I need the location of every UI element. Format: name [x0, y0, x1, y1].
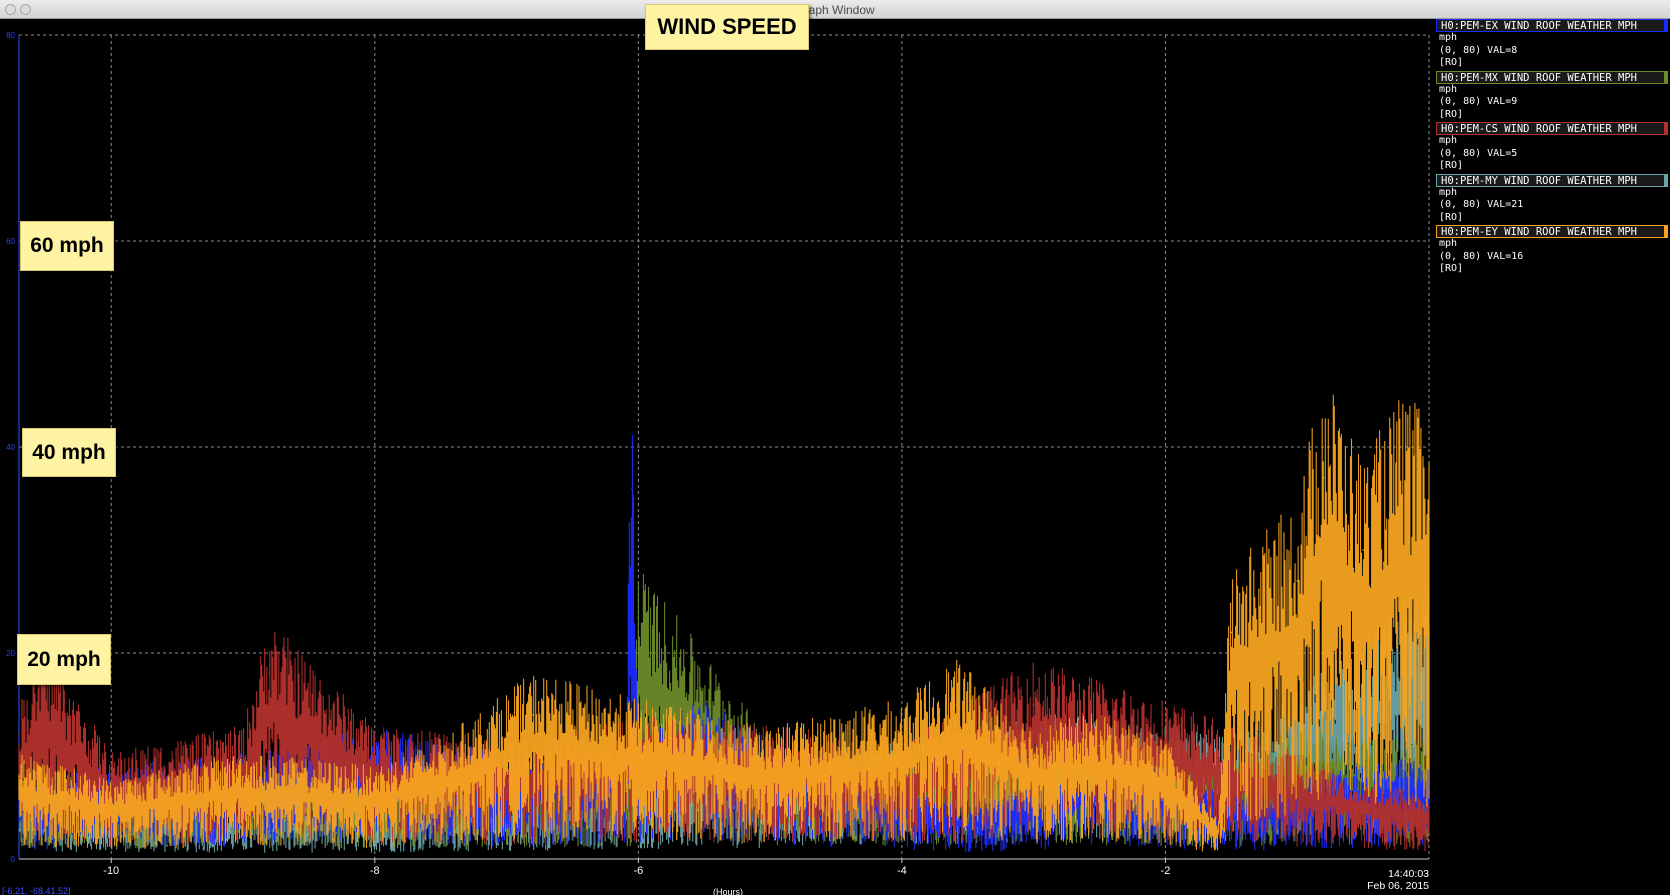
- data-point: [1164, 734, 1167, 737]
- legend-item[interactable]: H0:PEM-CS_WIND_ROOF_WEATHER_MPH mph (0, 80…: [1436, 122, 1670, 173]
- data-point: [110, 775, 113, 778]
- legend-mode: [RO]: [1439, 263, 1464, 274]
- data-point: [44, 693, 47, 695]
- data-point: [373, 755, 376, 757]
- legend-mode: [RO]: [1439, 160, 1464, 171]
- legend-channel-name[interactable]: H0:PEM-EY_WIND_ROOF_WEATHER_MPH: [1436, 225, 1668, 238]
- legend-unit: mph: [1439, 32, 1458, 43]
- data-point: [1032, 755, 1035, 757]
- legend: H0:PEM-EX_WIND_ROOF_WEATHER_MPH mph (0, 80…: [1436, 19, 1670, 277]
- data-point: [268, 672, 271, 675]
- legend-unit: mph: [1439, 135, 1458, 146]
- data-point: [242, 775, 244, 778]
- data-point: [1296, 724, 1299, 726]
- legend-mode: [RO]: [1439, 57, 1464, 68]
- data-point: [1296, 775, 1299, 778]
- data-point: [439, 765, 442, 768]
- legend-unit: mph: [1439, 83, 1458, 95]
- x-tick-label: -10: [103, 865, 119, 877]
- data-point: [1401, 497, 1404, 500]
- window-title: Graph Window: [795, 3, 875, 17]
- legend-range-value: (0, 80) VAL=16: [1439, 250, 1524, 262]
- data-point: [1428, 518, 1430, 520]
- data-point: [1032, 703, 1035, 706]
- y-tick-label: 60: [6, 237, 15, 246]
- legend-range-value: (0, 80) VAL=5: [1439, 147, 1518, 159]
- x-axis-label: (Hours): [713, 887, 743, 895]
- legend-channel-name[interactable]: H0:PEM-MY_WIND_ROOF_WEATHER_MPH: [1436, 173, 1668, 187]
- data-point: [18, 734, 20, 737]
- note-20-mph[interactable]: 20 mph: [17, 634, 111, 685]
- data-point: [1296, 755, 1299, 757]
- strip-chart[interactable]: -10 -8 -6 -4 -2 0 20 40 60 80 (Hours) 14:40:03Feb 0…: [0, 19, 1436, 895]
- y-tick-label: 40: [6, 443, 15, 452]
- note-40-mph[interactable]: 40 mph: [22, 428, 116, 477]
- data-point: [532, 714, 534, 716]
- x-tick-label: -6: [633, 865, 643, 877]
- data-point: [630, 487, 633, 490]
- legend-item[interactable]: H0:PEM-EX_WIND_ROOF_WEATHER_MPH mph (0, 80…: [1436, 19, 1670, 70]
- y-tick-label: 20: [6, 649, 15, 658]
- data-point: [1230, 755, 1233, 757]
- data-point: [18, 775, 20, 778]
- y-tick-label: 80: [6, 31, 15, 40]
- cursor-readout: [-6.21, -68.41.52]: [2, 886, 71, 895]
- note-60-mph[interactable]: 60 mph: [20, 221, 114, 271]
- data-point: [1230, 631, 1233, 634]
- x-tick-label: -4: [897, 865, 907, 877]
- data-point: [1164, 765, 1167, 768]
- legend-range-value: (0, 80) VAL=9: [1439, 96, 1518, 107]
- legend-range-value: (0, 80) VAL=8: [1439, 44, 1518, 56]
- window-titlebar[interactable]: Graph Window: [0, 0, 1670, 19]
- data-point: [1362, 549, 1364, 551]
- legend-channel-name[interactable]: H0:PEM-EX_WIND_ROOF_WEATHER_MPH: [1436, 19, 1668, 32]
- legend-unit: mph: [1439, 186, 1458, 198]
- legend-channel-name[interactable]: H0:PEM-CS_WIND_ROOF_WEATHER_MPH: [1436, 122, 1668, 135]
- legend-channel-name[interactable]: H0:PEM-MX_WIND_ROOF_WEATHER_MPH: [1436, 70, 1668, 84]
- end-time-label: 14:40:03: [1388, 868, 1429, 880]
- legend-unit: mph: [1439, 238, 1458, 249]
- data-point: [1428, 806, 1430, 809]
- data-point: [769, 755, 771, 757]
- legend-item[interactable]: H0:PEM-EY_WIND_ROOF_WEATHER_MPH mph (0, 80…: [1436, 225, 1670, 276]
- data-point: [242, 755, 244, 757]
- data-point: [373, 786, 376, 788]
- x-tick-label: -2: [1161, 865, 1171, 877]
- y-tick-label: 0: [11, 855, 16, 864]
- data-point: [110, 796, 113, 798]
- legend-item[interactable]: H0:PEM-MY_WIND_ROOF_WEATHER_MPH mph (0, 80…: [1436, 173, 1670, 225]
- data-point: [901, 734, 903, 737]
- data-point: [637, 631, 640, 634]
- data-point: [1362, 786, 1364, 788]
- data-point: [1322, 477, 1325, 479]
- legend-range-value: (0, 80) VAL=21: [1439, 199, 1524, 210]
- data-point: [1362, 796, 1364, 798]
- end-date-label: Feb 06, 2015: [1367, 880, 1429, 892]
- x-tick-label: -8: [370, 865, 380, 877]
- data-point: [1098, 744, 1101, 747]
- data-point: [1296, 580, 1299, 582]
- data-point: [953, 703, 956, 706]
- data-point: [637, 734, 640, 737]
- legend-item[interactable]: H0:PEM-MX_WIND_ROOF_WEATHER_MPH mph (0, 80…: [1436, 70, 1670, 122]
- chart-title: WIND SPEED: [645, 4, 809, 50]
- legend-mode: [RO]: [1439, 108, 1464, 120]
- data-point: [1217, 827, 1219, 829]
- legend-mode: [RO]: [1439, 211, 1464, 223]
